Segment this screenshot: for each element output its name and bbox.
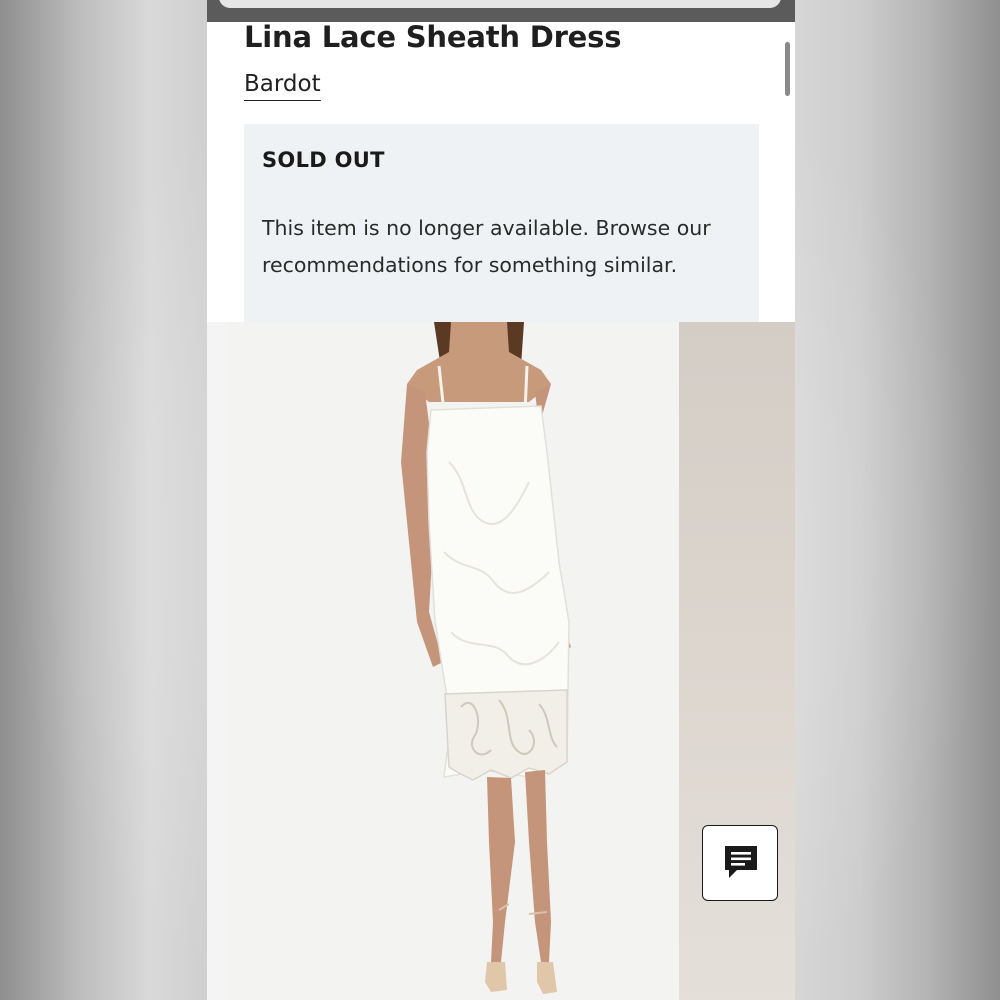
sold-out-heading: SOLD OUT [262,148,385,172]
product-photo-main[interactable] [229,322,679,1000]
browser-top-bar [207,0,795,22]
address-bar[interactable] [219,0,781,8]
chat-bubble-icon [725,846,757,878]
chat-button[interactable] [702,825,778,901]
sold-out-notice: SOLD OUT This item is no longer availabl… [244,124,759,322]
brand-link[interactable]: Bardot [244,70,321,101]
mobile-screen: Lina Lace Sheath Dress Bardot SOLD OUT T… [207,0,795,1000]
sold-out-message: This item is no longer available. Browse… [262,216,711,277]
product-title: Lina Lace Sheath Dress [244,20,622,54]
model-wearing-white-lace-dress-image [229,322,679,1000]
scrollbar[interactable] [785,42,790,96]
